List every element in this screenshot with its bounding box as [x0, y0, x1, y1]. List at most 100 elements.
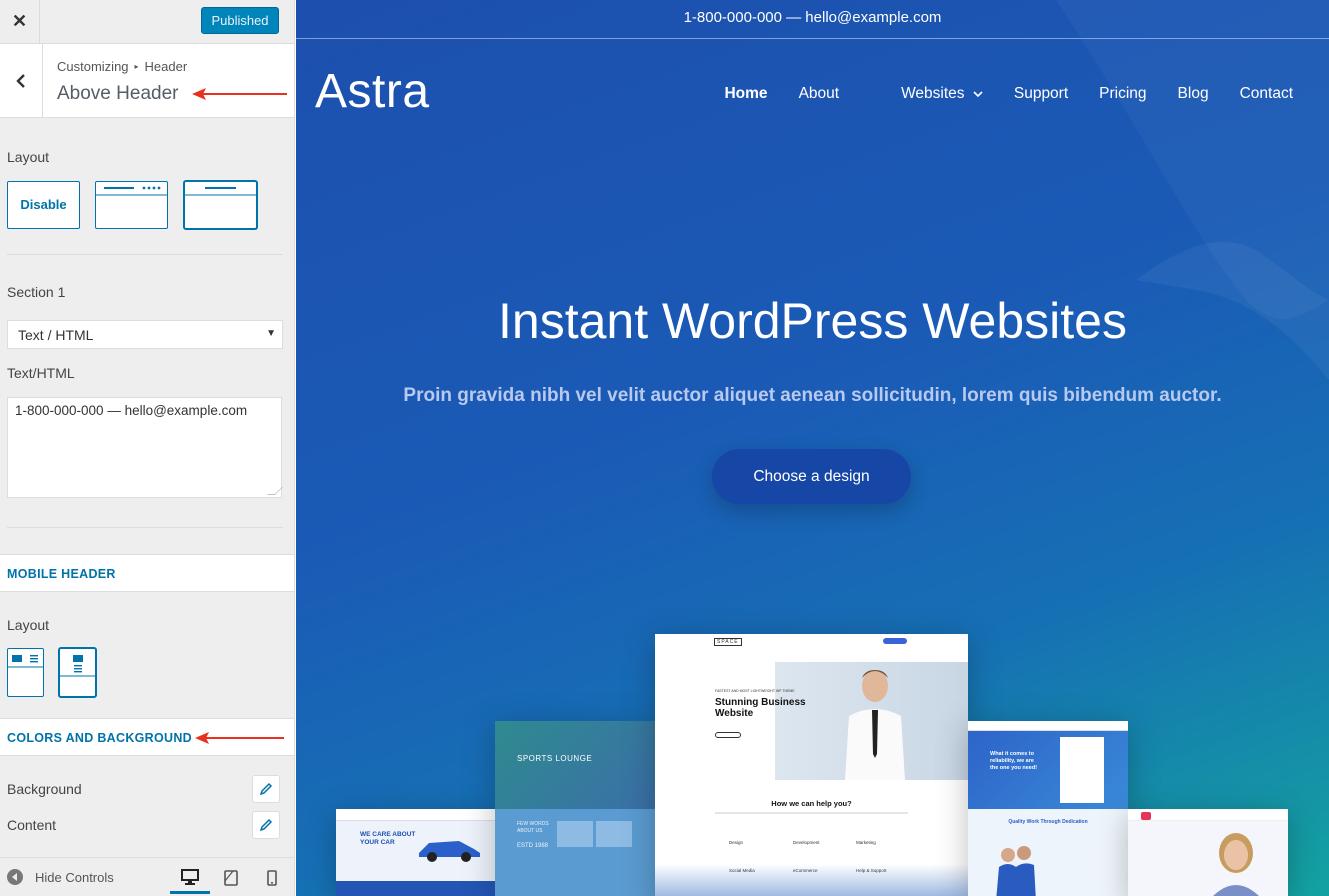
- above-header-bar: 1-800-000-000 — hello@example.com: [296, 0, 1329, 39]
- mockup-reliability-section: Quality Work Through Dedication: [1008, 819, 1088, 825]
- hero-title: Instant WordPress Websites: [498, 293, 1127, 349]
- mockup-kicker: FASTEST AND MOST LIGHTWEIGHT WP THEME: [715, 689, 795, 693]
- nav-item-about[interactable]: About: [799, 85, 840, 103]
- mockup-service-marketing: Marketing: [856, 840, 876, 845]
- section1-label: Section 1: [7, 284, 66, 300]
- nav-item-blog[interactable]: Blog: [1178, 85, 1209, 103]
- mockup-image: [596, 821, 632, 847]
- caret-down-icon: ▼: [266, 328, 276, 339]
- mockup-hero-title: Stunning Business Website: [715, 697, 806, 719]
- mockup-sports-title: SPORTS LOUNGE: [517, 754, 593, 763]
- primary-nav: Home About Websites Support Pricing Blog…: [693, 85, 1293, 103]
- hide-controls-button[interactable]: Hide Controls: [7, 869, 114, 885]
- panel-title: Above Header: [57, 83, 179, 104]
- red-arrow-annotation: [192, 88, 287, 100]
- mockup-logo: SPACE: [714, 638, 742, 646]
- layout-option-1[interactable]: [95, 181, 168, 229]
- section1-select[interactable]: Text / HTML ▼: [7, 320, 283, 349]
- publish-button[interactable]: Published: [201, 7, 279, 34]
- text-html-value: 1-800-000-000 — hello@example.com: [15, 403, 248, 418]
- mobile-header-section[interactable]: MOBILE HEADER: [0, 554, 294, 592]
- mockup-business-site: SPACE FASTEST AND MOST LIGHTWEIGHT WP TH…: [655, 634, 968, 896]
- text-html-textarea[interactable]: 1-800-000-000 — hello@example.com: [7, 397, 283, 498]
- layout-option-2[interactable]: [184, 181, 257, 229]
- mobile-icon: [267, 870, 277, 886]
- mockup-image: [557, 821, 593, 847]
- nav-item-support[interactable]: Support: [1014, 85, 1068, 103]
- hero-subtitle: Proin gravida nibh vel velit auctor aliq…: [403, 385, 1222, 406]
- divider: [7, 527, 283, 528]
- nav-item-home[interactable]: Home: [724, 85, 767, 103]
- mockup-car-title: WE CARE ABOUT YOUR CAR: [360, 831, 416, 846]
- breadcrumb: Customizing ▸ Header: [57, 59, 187, 74]
- content-edit-button[interactable]: [252, 811, 280, 839]
- layout-2-icon: [185, 187, 256, 196]
- resize-grip-icon[interactable]: [267, 487, 283, 495]
- chevron-down-icon: [973, 91, 983, 98]
- nav-item-contact[interactable]: Contact: [1240, 85, 1293, 103]
- mockup-sports-site: SPORTS LOUNGE FEW WORDS ABOUT US ESTD 19…: [495, 721, 655, 896]
- site-preview: 1-800-000-000 — hello@example.com Astra …: [296, 0, 1329, 896]
- mockup-logo: [1141, 812, 1151, 820]
- mockup-service-development: Development: [793, 840, 820, 845]
- nav-item-websites[interactable]: Websites: [870, 85, 983, 103]
- content-color-label: Content: [7, 817, 57, 833]
- worker-image: [996, 846, 1036, 896]
- background-edit-button[interactable]: [252, 775, 280, 803]
- breadcrumb-parent: Header: [144, 59, 188, 74]
- preview-mobile-button[interactable]: [252, 862, 292, 894]
- site-logo[interactable]: Astra: [315, 64, 430, 119]
- preview-tablet-button[interactable]: [211, 862, 251, 894]
- pencil-icon: [259, 818, 273, 832]
- mockup-nav: [968, 721, 1128, 731]
- customizer-sidebar: ✕ Published Customizing ▸ Header Above Hea…: [0, 0, 295, 896]
- mockup-beauty-site: [1128, 809, 1288, 896]
- mobile-layout-2-icon: [60, 655, 95, 677]
- mockup-nav: [1128, 809, 1288, 821]
- hide-controls-label: Hide Controls: [35, 869, 114, 885]
- mockup-outline-button: [715, 732, 741, 738]
- collapse-icon: [7, 869, 23, 885]
- nav-item-websites-label: Websites: [901, 85, 965, 102]
- breadcrumb-separator: ▸: [134, 62, 139, 71]
- close-customizer-button[interactable]: ✕: [0, 0, 40, 43]
- layout-label: Layout: [7, 149, 50, 165]
- mobile-layout-option-2[interactable]: [59, 648, 96, 697]
- choose-design-button[interactable]: Choose a design: [712, 449, 911, 504]
- mobile-layout-label: Layout: [7, 617, 50, 633]
- preview-desktop-button[interactable]: [170, 862, 210, 894]
- customizer-footer: Hide Controls: [0, 857, 294, 896]
- mockup-car-site: WE CARE ABOUT YOUR CAR: [336, 809, 496, 896]
- mockup-reliability-site: What it comes to reliability, we are the…: [968, 721, 1128, 896]
- mobile-layout-option-1[interactable]: [7, 648, 44, 697]
- mockup-footer-bar: [336, 881, 496, 896]
- panel-header: Customizing ▸ Header Above Header: [0, 44, 294, 118]
- mockup-reliability-tagline: What it comes to reliability, we are the…: [990, 751, 1038, 771]
- pencil-icon: [259, 782, 273, 796]
- mockup-form: [1060, 737, 1104, 803]
- mockup-sports-hero: [495, 721, 655, 809]
- red-arrow-annotation: [195, 732, 284, 744]
- mockup-fade: [655, 864, 968, 896]
- car-image: [419, 841, 480, 862]
- close-icon: ✕: [11, 11, 28, 31]
- mobile-layout-1-icon: [8, 655, 43, 668]
- customizer-topbar: ✕ Published: [0, 0, 294, 44]
- mockup-button: [883, 638, 907, 644]
- desktop-icon: [181, 868, 199, 885]
- nav-item-pricing[interactable]: Pricing: [1099, 85, 1146, 103]
- chevron-left-icon: [16, 73, 25, 88]
- tablet-icon: [224, 870, 238, 886]
- mockup-section-title: How we can help you?: [771, 799, 852, 808]
- mockup-text-line: [715, 812, 908, 814]
- breadcrumb-root: Customizing: [57, 59, 129, 74]
- mockup-sports-sub: FEW WORDS ABOUT US: [517, 821, 549, 834]
- mockup-service-design: Design: [729, 840, 744, 845]
- section1-select-value: Text / HTML: [18, 327, 94, 343]
- text-html-label: Text/HTML: [7, 365, 75, 381]
- divider: [7, 254, 283, 255]
- back-button[interactable]: [0, 44, 43, 117]
- layout-disable-option[interactable]: Disable: [7, 181, 80, 229]
- woman-image: [1213, 833, 1259, 896]
- mockup-sports-year: ESTD 1988: [517, 843, 549, 849]
